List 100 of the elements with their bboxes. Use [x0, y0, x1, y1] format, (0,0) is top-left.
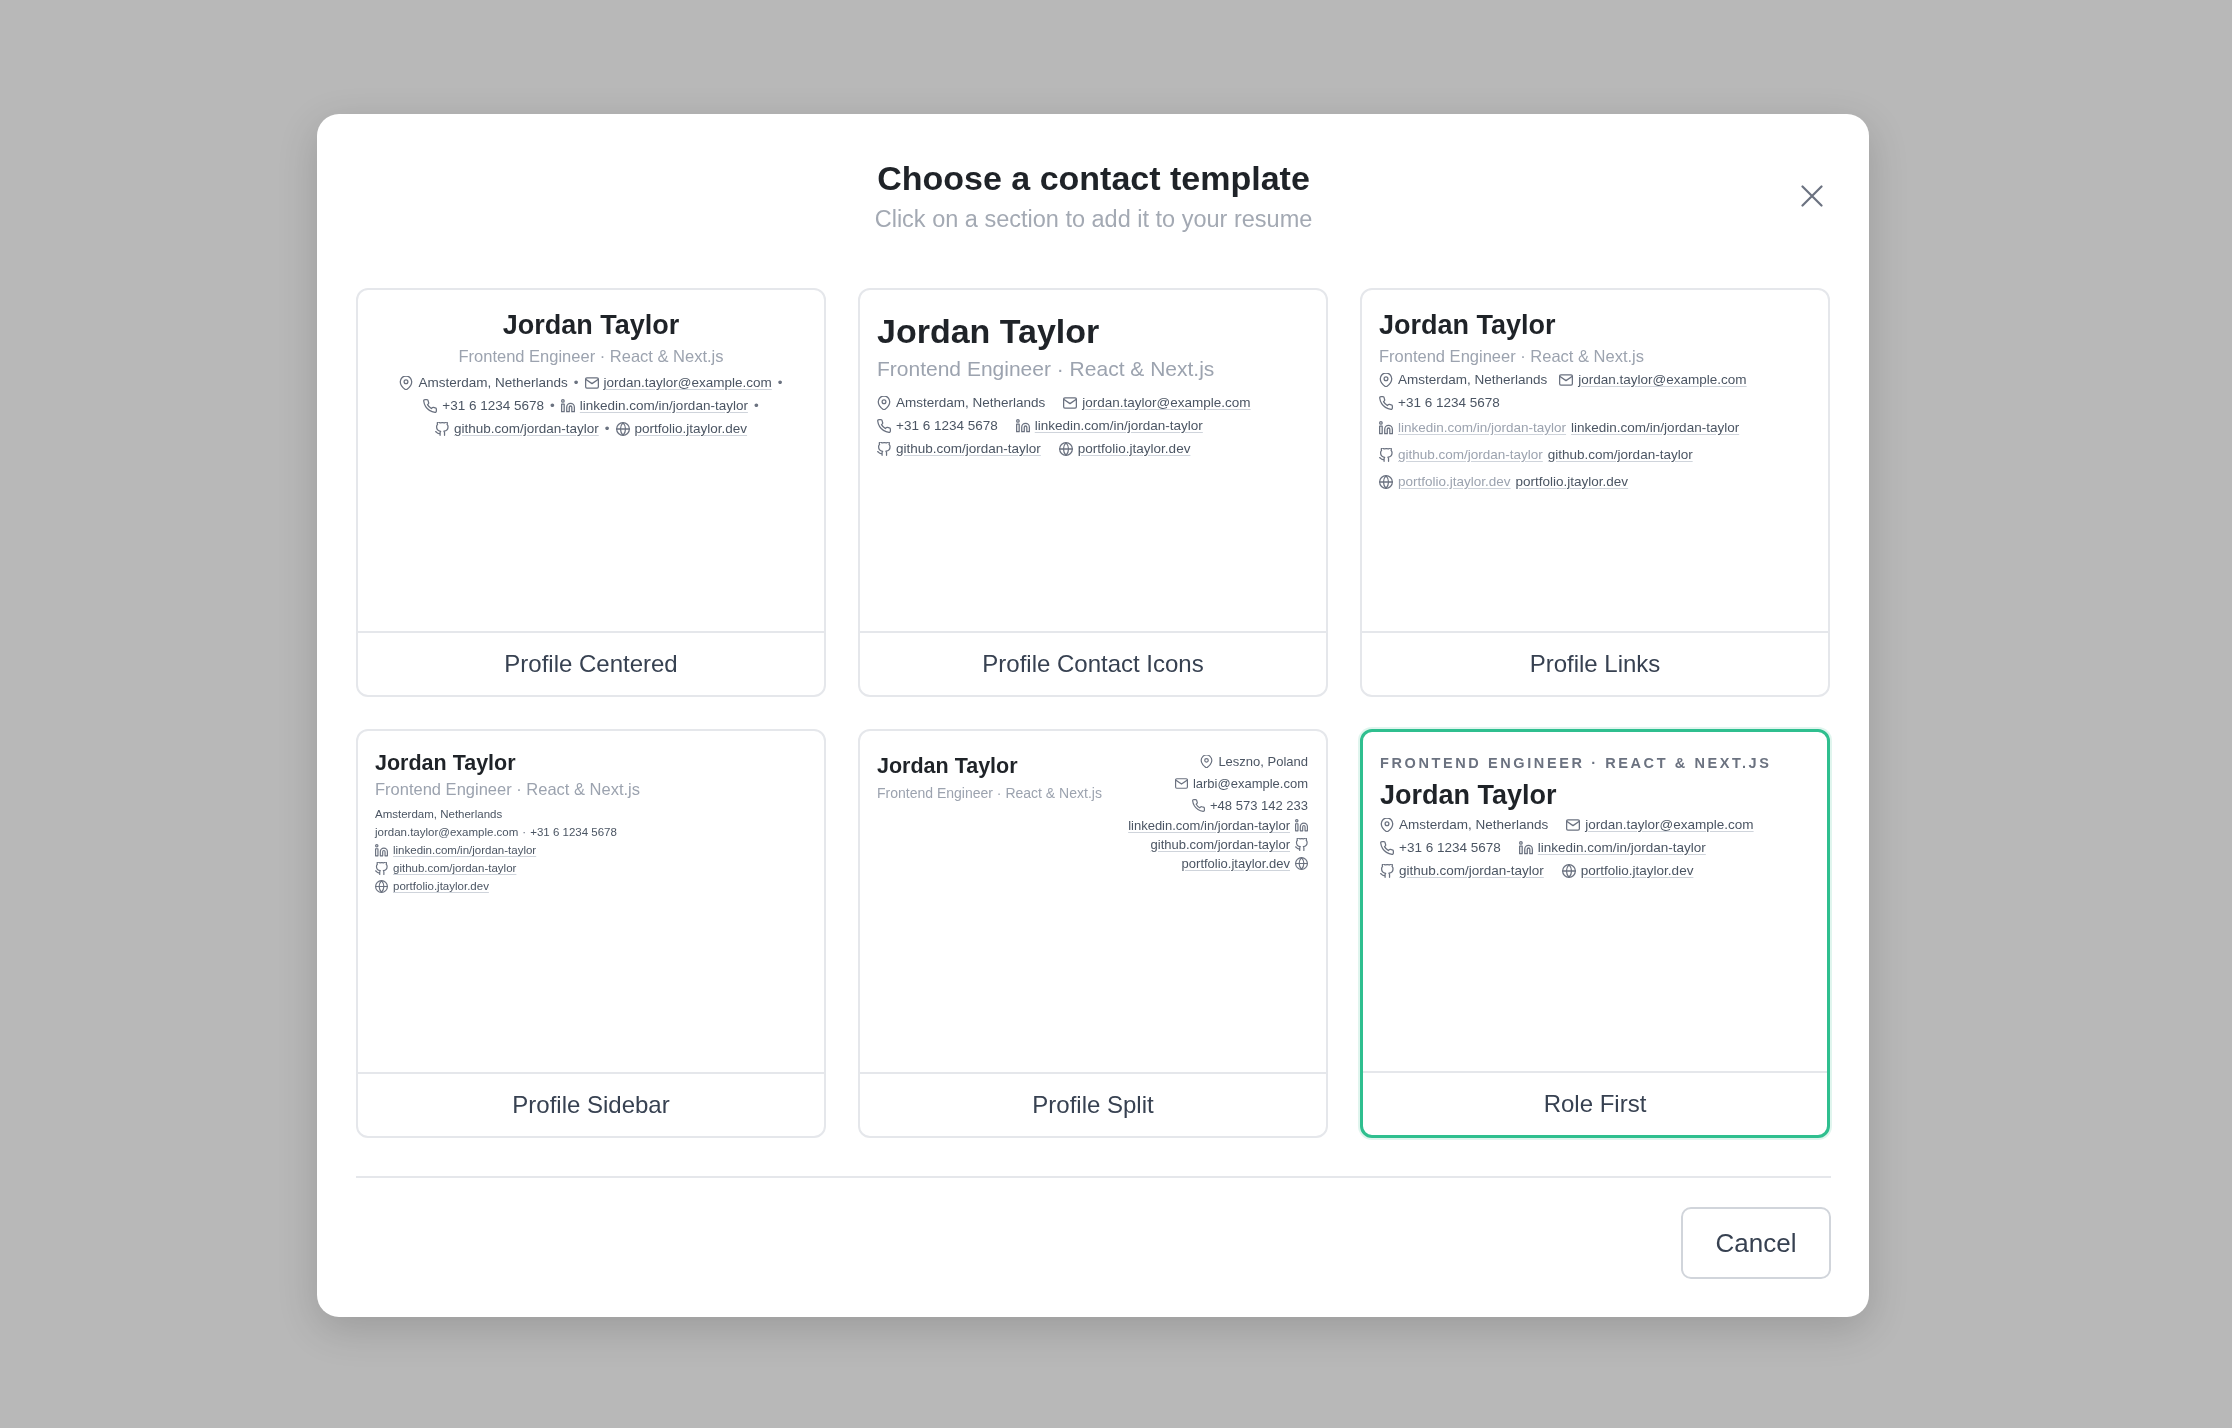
globe-icon	[1295, 857, 1308, 870]
cancel-button[interactable]: Cancel	[1681, 1207, 1831, 1279]
github-icon	[877, 441, 891, 456]
contact-link: github.com/jordan-taylor	[896, 441, 1041, 456]
template-label: Profile Sidebar	[512, 1091, 670, 1119]
dialog-title: Choose a contact template	[877, 158, 1310, 198]
globe-icon	[375, 879, 388, 893]
preview-headline: Frontend Engineer · React & Next.js	[375, 779, 641, 799]
phone-icon	[1379, 395, 1393, 410]
template-label: Role First	[1543, 1090, 1647, 1118]
contact-text: +31 6 1234 5678	[1399, 840, 1501, 855]
globe-icon	[1561, 863, 1576, 878]
pin-icon	[1200, 754, 1214, 768]
bullet-separator: ·	[522, 826, 527, 838]
pin-icon	[1379, 372, 1393, 387]
contact-link: jordan.taylor@example.com	[1082, 395, 1251, 410]
contact-link: linkedin.com/in/jordan-taylor	[579, 398, 748, 413]
link-label: linkedin.com/in/jordan-taylor	[1398, 420, 1567, 435]
contact-text: +31 6 1234 5678	[442, 398, 545, 413]
mail-icon	[1566, 817, 1581, 832]
github-icon	[434, 421, 449, 436]
template-card[interactable]	[1360, 729, 1830, 1138]
contact-text: Amsterdam, Netherlands	[1399, 817, 1549, 832]
contact-link: github.com/jordan-taylor	[1399, 863, 1544, 878]
pin-icon	[1380, 817, 1394, 832]
contact-link: linkedin.com/in/jordan-taylor	[1034, 418, 1203, 433]
link-label: portfolio.jtaylor.dev	[1398, 474, 1511, 489]
preview-headline: Frontend Engineer · React & Next.js	[877, 784, 1102, 802]
contact-text: +31 6 1234 5678	[530, 826, 617, 838]
mail-icon	[1063, 395, 1078, 410]
contact-link: portfolio.jtaylor.dev	[634, 421, 748, 436]
contact-text: Leszno, Poland	[1218, 753, 1308, 769]
phone-icon	[1380, 840, 1394, 855]
contact-text: jordan.taylor@example.com	[375, 826, 519, 838]
contact-text: Amsterdam, Netherlands	[418, 375, 568, 390]
preview-name: Jordan Taylor	[502, 309, 680, 341]
preview-role: FRONTEND ENGINEER · REACT & NEXT.JS	[1380, 754, 1772, 772]
contact-link: portfolio.jtaylor.dev	[1181, 856, 1290, 871]
preview-headline: Frontend Engineer · React & Next.js	[877, 356, 1215, 382]
bullet-separator: •	[777, 375, 783, 390]
contact-link: portfolio.jtaylor.dev	[1580, 863, 1694, 878]
mail-icon	[1559, 372, 1574, 387]
dialog-subtitle: Click on a section to add it to your resume	[874, 205, 1313, 233]
pin-icon	[399, 375, 414, 390]
contact-link: linkedin.com/in/jordan-taylor	[1571, 420, 1740, 435]
template-label: Profile Contact Icons	[982, 650, 1204, 678]
link-label: github.com/jordan-taylor	[1398, 447, 1543, 462]
mail-icon	[1174, 776, 1188, 790]
template-card[interactable]: Jordan Taylor Frontend Engineer · React & Next.js Leszno, Poland larbi@example.com +48 573 142 233 linkedin.com/in/jordan-taylor github.com/jordan-taylor portfolio.jtaylor.dev Profile Split	[858, 729, 1328, 1138]
close-icon	[1801, 184, 1823, 207]
linkedin-icon	[1379, 420, 1393, 435]
preview-name: Jordan Taylor	[375, 750, 516, 776]
contact-text: larbi@example.com	[1192, 775, 1308, 791]
mail-icon	[584, 375, 599, 390]
preview-name: Jordan Taylor	[877, 753, 1018, 779]
preview-name: Jordan Taylor	[1380, 779, 1557, 811]
linkedin-icon	[1295, 819, 1308, 832]
github-icon	[375, 861, 388, 875]
preview-headline: Frontend Engineer · React & Next.js	[1379, 346, 1645, 366]
linkedin-icon	[375, 843, 388, 857]
bullet-separator: •	[573, 375, 579, 390]
contact-link: github.com/jordan-taylor	[393, 862, 517, 874]
contact-link: linkedin.com/in/jordan-taylor	[1128, 818, 1290, 833]
phone-icon	[877, 418, 891, 433]
phone-icon	[1192, 798, 1206, 812]
contact-link: jordan.taylor@example.com	[1578, 372, 1747, 387]
linkedin-icon	[560, 398, 575, 413]
linkedin-icon	[1518, 840, 1533, 855]
contact-link: portfolio.jtaylor.dev	[1515, 474, 1629, 489]
linkedin-icon	[1015, 418, 1030, 433]
contact-text: Amsterdam, Netherlands	[1398, 372, 1548, 387]
preview-name: Jordan Taylor	[1379, 309, 1556, 341]
pin-icon	[877, 395, 891, 410]
github-icon	[1379, 447, 1393, 462]
globe-icon	[615, 421, 630, 436]
template-label: Profile Centered	[504, 650, 678, 678]
github-icon	[1380, 863, 1394, 878]
bullet-separator: •	[550, 398, 555, 413]
globe-icon	[1379, 474, 1393, 489]
contact-link: github.com/jordan-taylor	[1150, 837, 1290, 852]
preview-headline: Frontend Engineer · React & Next.js	[458, 346, 724, 366]
preview-name: Jordan Taylor	[877, 311, 1100, 351]
contact-link: github.com/jordan-taylor	[1547, 447, 1693, 462]
contact-text: +48 573 142 233	[1210, 797, 1308, 813]
bullet-separator: •	[753, 398, 759, 413]
contact-link: portfolio.jtaylor.dev	[1077, 441, 1191, 456]
globe-icon	[1058, 441, 1073, 456]
phone-icon	[423, 398, 438, 413]
contact-link: jordan.taylor@example.com	[603, 375, 772, 390]
close-button[interactable]	[1799, 182, 1825, 209]
contact-text: +31 6 1234 5678	[1398, 395, 1500, 410]
contact-text: Amsterdam, Netherlands	[896, 395, 1046, 410]
contact-link: portfolio.jtaylor.dev	[393, 880, 489, 892]
github-icon	[1295, 838, 1308, 851]
template-label: Profile Links	[1529, 650, 1661, 678]
contact-text: +31 6 1234 5678	[896, 418, 998, 433]
contact-link: github.com/jordan-taylor	[453, 421, 599, 436]
contact-link: linkedin.com/in/jordan-taylor	[1537, 840, 1706, 855]
contact-link: jordan.taylor@example.com	[1585, 817, 1754, 832]
template-label: Profile Split	[1032, 1091, 1154, 1119]
